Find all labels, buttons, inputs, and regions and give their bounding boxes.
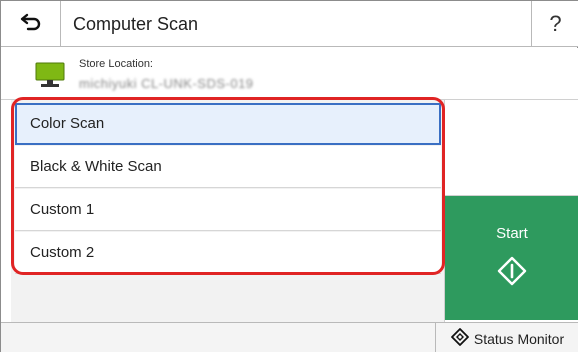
scan-option-custom-2[interactable]: Custom 2: [15, 232, 441, 274]
store-location-value: michiyuki CL-UNK-SDS-019: [79, 76, 254, 91]
start-diamond-icon: [497, 256, 527, 291]
header-bar: Computer Scan ?: [1, 1, 578, 47]
computer-monitor-icon: [35, 62, 65, 93]
status-monitor-icon: [450, 328, 469, 349]
store-location-label: Store Location:: [79, 58, 153, 70]
left-margin: [1, 100, 11, 322]
device-screen: Computer Scan ? Store Location: michiyuk…: [0, 0, 578, 352]
status-monitor-button[interactable]: Status Monitor: [435, 323, 578, 352]
help-button[interactable]: ?: [531, 1, 578, 47]
page-title: Computer Scan: [73, 14, 199, 34]
start-label: Start: [496, 225, 528, 242]
footer-bar: Status Monitor: [1, 322, 578, 352]
right-blank-area: [445, 100, 578, 196]
scan-option-black-white[interactable]: Black & White Scan: [15, 146, 441, 188]
back-button[interactable]: [1, 1, 61, 47]
status-monitor-label: Status Monitor: [473, 330, 565, 347]
scan-option-color[interactable]: Color Scan: [15, 103, 441, 145]
store-location-row: Store Location: michiyuki CL-UNK-SDS-019: [1, 48, 578, 100]
scan-option-custom-1[interactable]: Custom 1: [15, 189, 441, 231]
start-button[interactable]: Start: [445, 196, 578, 320]
back-arrow-icon: [19, 13, 43, 36]
